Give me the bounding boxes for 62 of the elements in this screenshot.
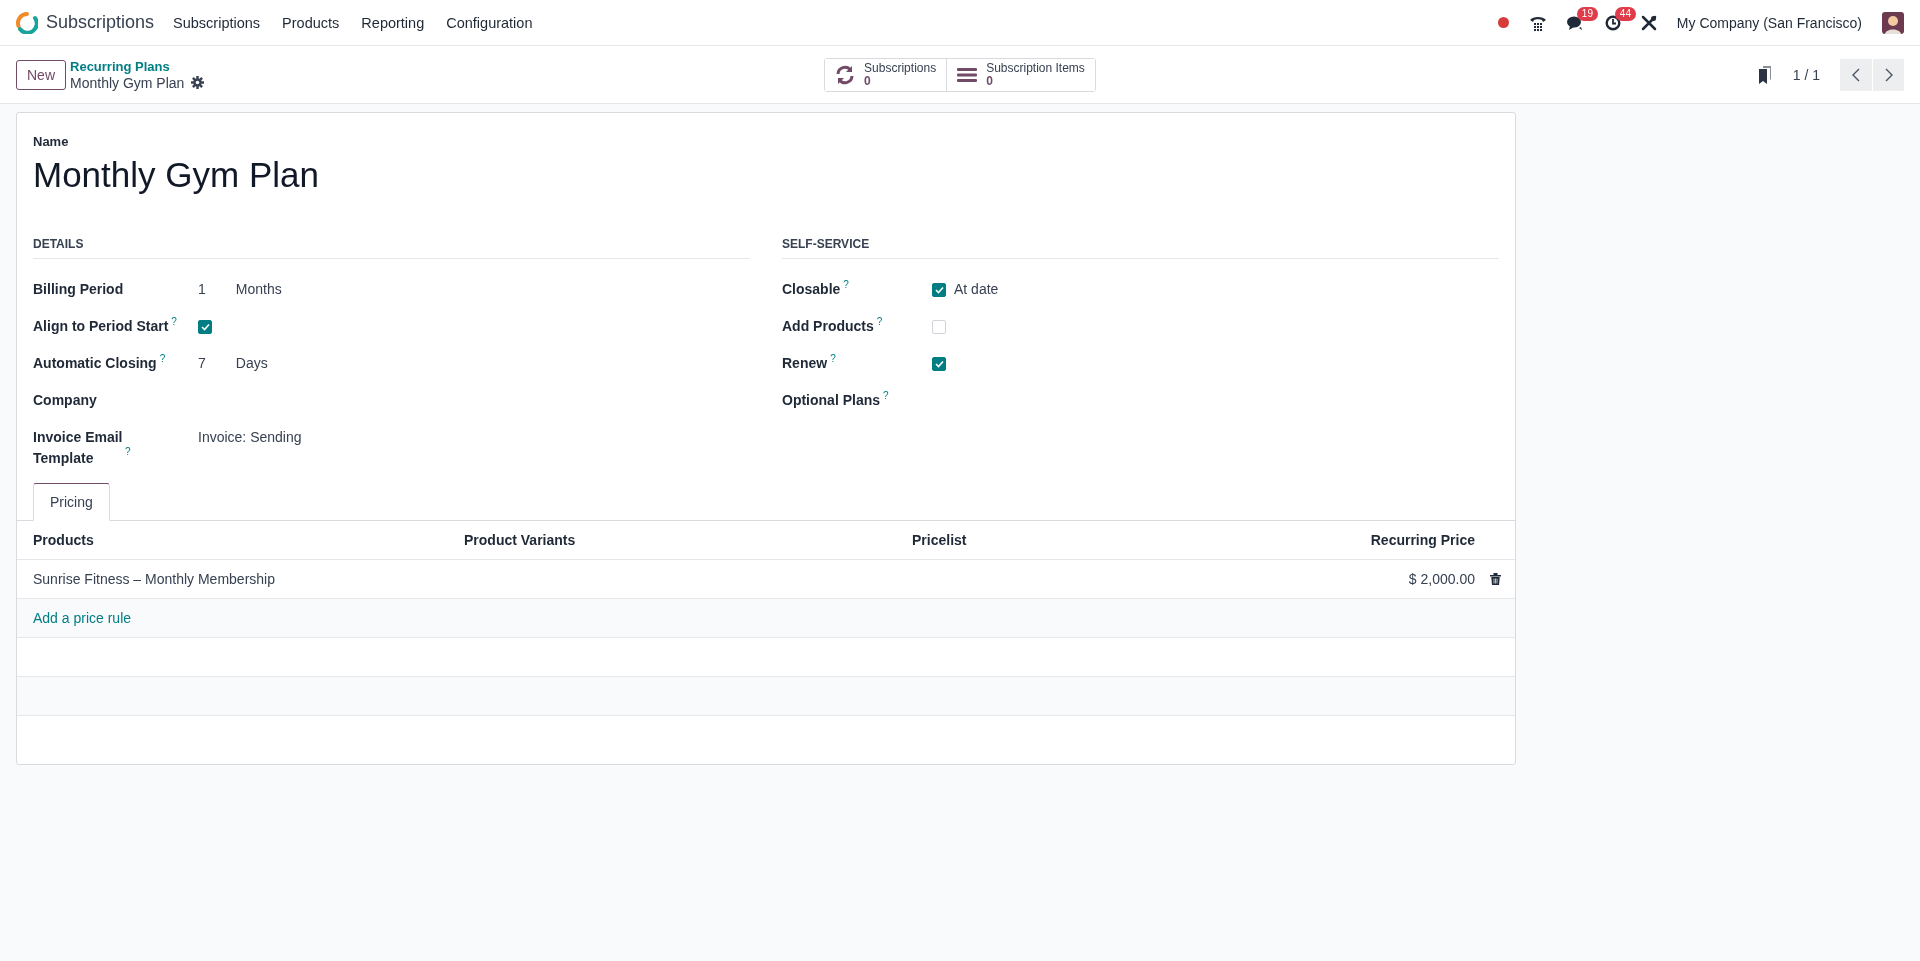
help-tooltip[interactable]: ?	[876, 316, 883, 328]
table-cell: Sunrise Fitness – Monthly Membership	[33, 571, 275, 587]
new-button[interactable]: New	[16, 59, 66, 90]
template-field[interactable]: Invoice: Sending	[198, 427, 302, 448]
gear-icon[interactable]	[191, 76, 205, 89]
menu-item[interactable]: Reporting	[350, 8, 436, 37]
bookmark-icon[interactable]	[1756, 65, 1773, 84]
logo-icon	[16, 11, 38, 34]
notebook-tab[interactable]: Pricing	[33, 483, 110, 521]
help-tooltip[interactable]: ?	[171, 316, 177, 328]
tools-icon[interactable]	[1640, 14, 1657, 31]
app-name[interactable]: Subscriptions	[46, 12, 155, 33]
record-name-field[interactable]: Monthly Gym Plan	[33, 155, 319, 195]
field-label: Optional Plans	[782, 391, 880, 410]
menu-item[interactable]: Configuration	[435, 8, 544, 37]
help-tooltip[interactable]: ?	[843, 279, 849, 291]
smart-button[interactable]: Subscription Items 0	[946, 58, 1095, 91]
number-field[interactable]: 1	[198, 279, 206, 300]
unit-select[interactable]: Months	[235, 279, 282, 300]
checkbox[interactable]	[932, 282, 946, 297]
checkbox[interactable]	[198, 319, 212, 334]
field-label: Company	[33, 391, 97, 410]
help-tooltip[interactable]: ?	[125, 446, 131, 457]
breadcrumb-link[interactable]: Recurring Plans	[70, 58, 205, 75]
notification-badge: 44	[1614, 6, 1636, 21]
company-switcher[interactable]: My Company (San Francisco)	[1676, 14, 1862, 31]
checkbox-label: At date	[954, 280, 999, 299]
help-tooltip[interactable]: ?	[159, 353, 166, 365]
clock-icon[interactable]	[1604, 14, 1621, 31]
field-label: Closable	[782, 280, 841, 299]
field-label: Name	[33, 134, 69, 149]
table-cell: $ 2,000.00	[1408, 571, 1475, 587]
field-label: Renew	[782, 354, 828, 373]
avatar[interactable]	[1882, 11, 1904, 34]
unit-select[interactable]: Days	[235, 353, 268, 374]
trash-icon[interactable]	[1489, 573, 1501, 585]
menu-item[interactable]: Products	[271, 8, 351, 37]
column-header[interactable]: Products	[33, 532, 94, 548]
help-tooltip[interactable]: ?	[883, 390, 889, 402]
help-tooltip[interactable]: ?	[830, 353, 836, 365]
section-heading: DETAILS	[33, 237, 84, 251]
column-header[interactable]: Product Variants	[464, 532, 576, 548]
column-header[interactable]: Pricelist	[912, 532, 967, 548]
field-label: Billing Period	[33, 280, 124, 299]
menu-item[interactable]: Subscriptions	[162, 8, 272, 37]
field-label: Add Products	[782, 317, 874, 336]
refresh-icon	[835, 64, 856, 85]
notification-badge: 19	[1576, 6, 1598, 21]
section-heading: SELF-SERVICE	[782, 237, 870, 251]
chevron-left-icon	[1851, 67, 1861, 82]
status-dot[interactable]	[1497, 17, 1509, 28]
field-label: Automatic Closing	[33, 354, 157, 373]
field-label: Invoice Email Template	[33, 428, 124, 468]
record-title: Monthly Gym Plan	[70, 74, 185, 91]
chevron-right-icon	[1883, 67, 1894, 82]
number-field[interactable]: 7	[198, 353, 206, 374]
column-header[interactable]: Recurring Price	[1370, 532, 1475, 548]
pager-counter[interactable]: 1 / 1	[1792, 66, 1820, 83]
checkbox[interactable]	[932, 356, 946, 371]
add-line-link[interactable]: Add a price rule	[33, 610, 132, 626]
field-label: Align to Period Start	[33, 317, 169, 336]
list-icon	[957, 66, 978, 83]
